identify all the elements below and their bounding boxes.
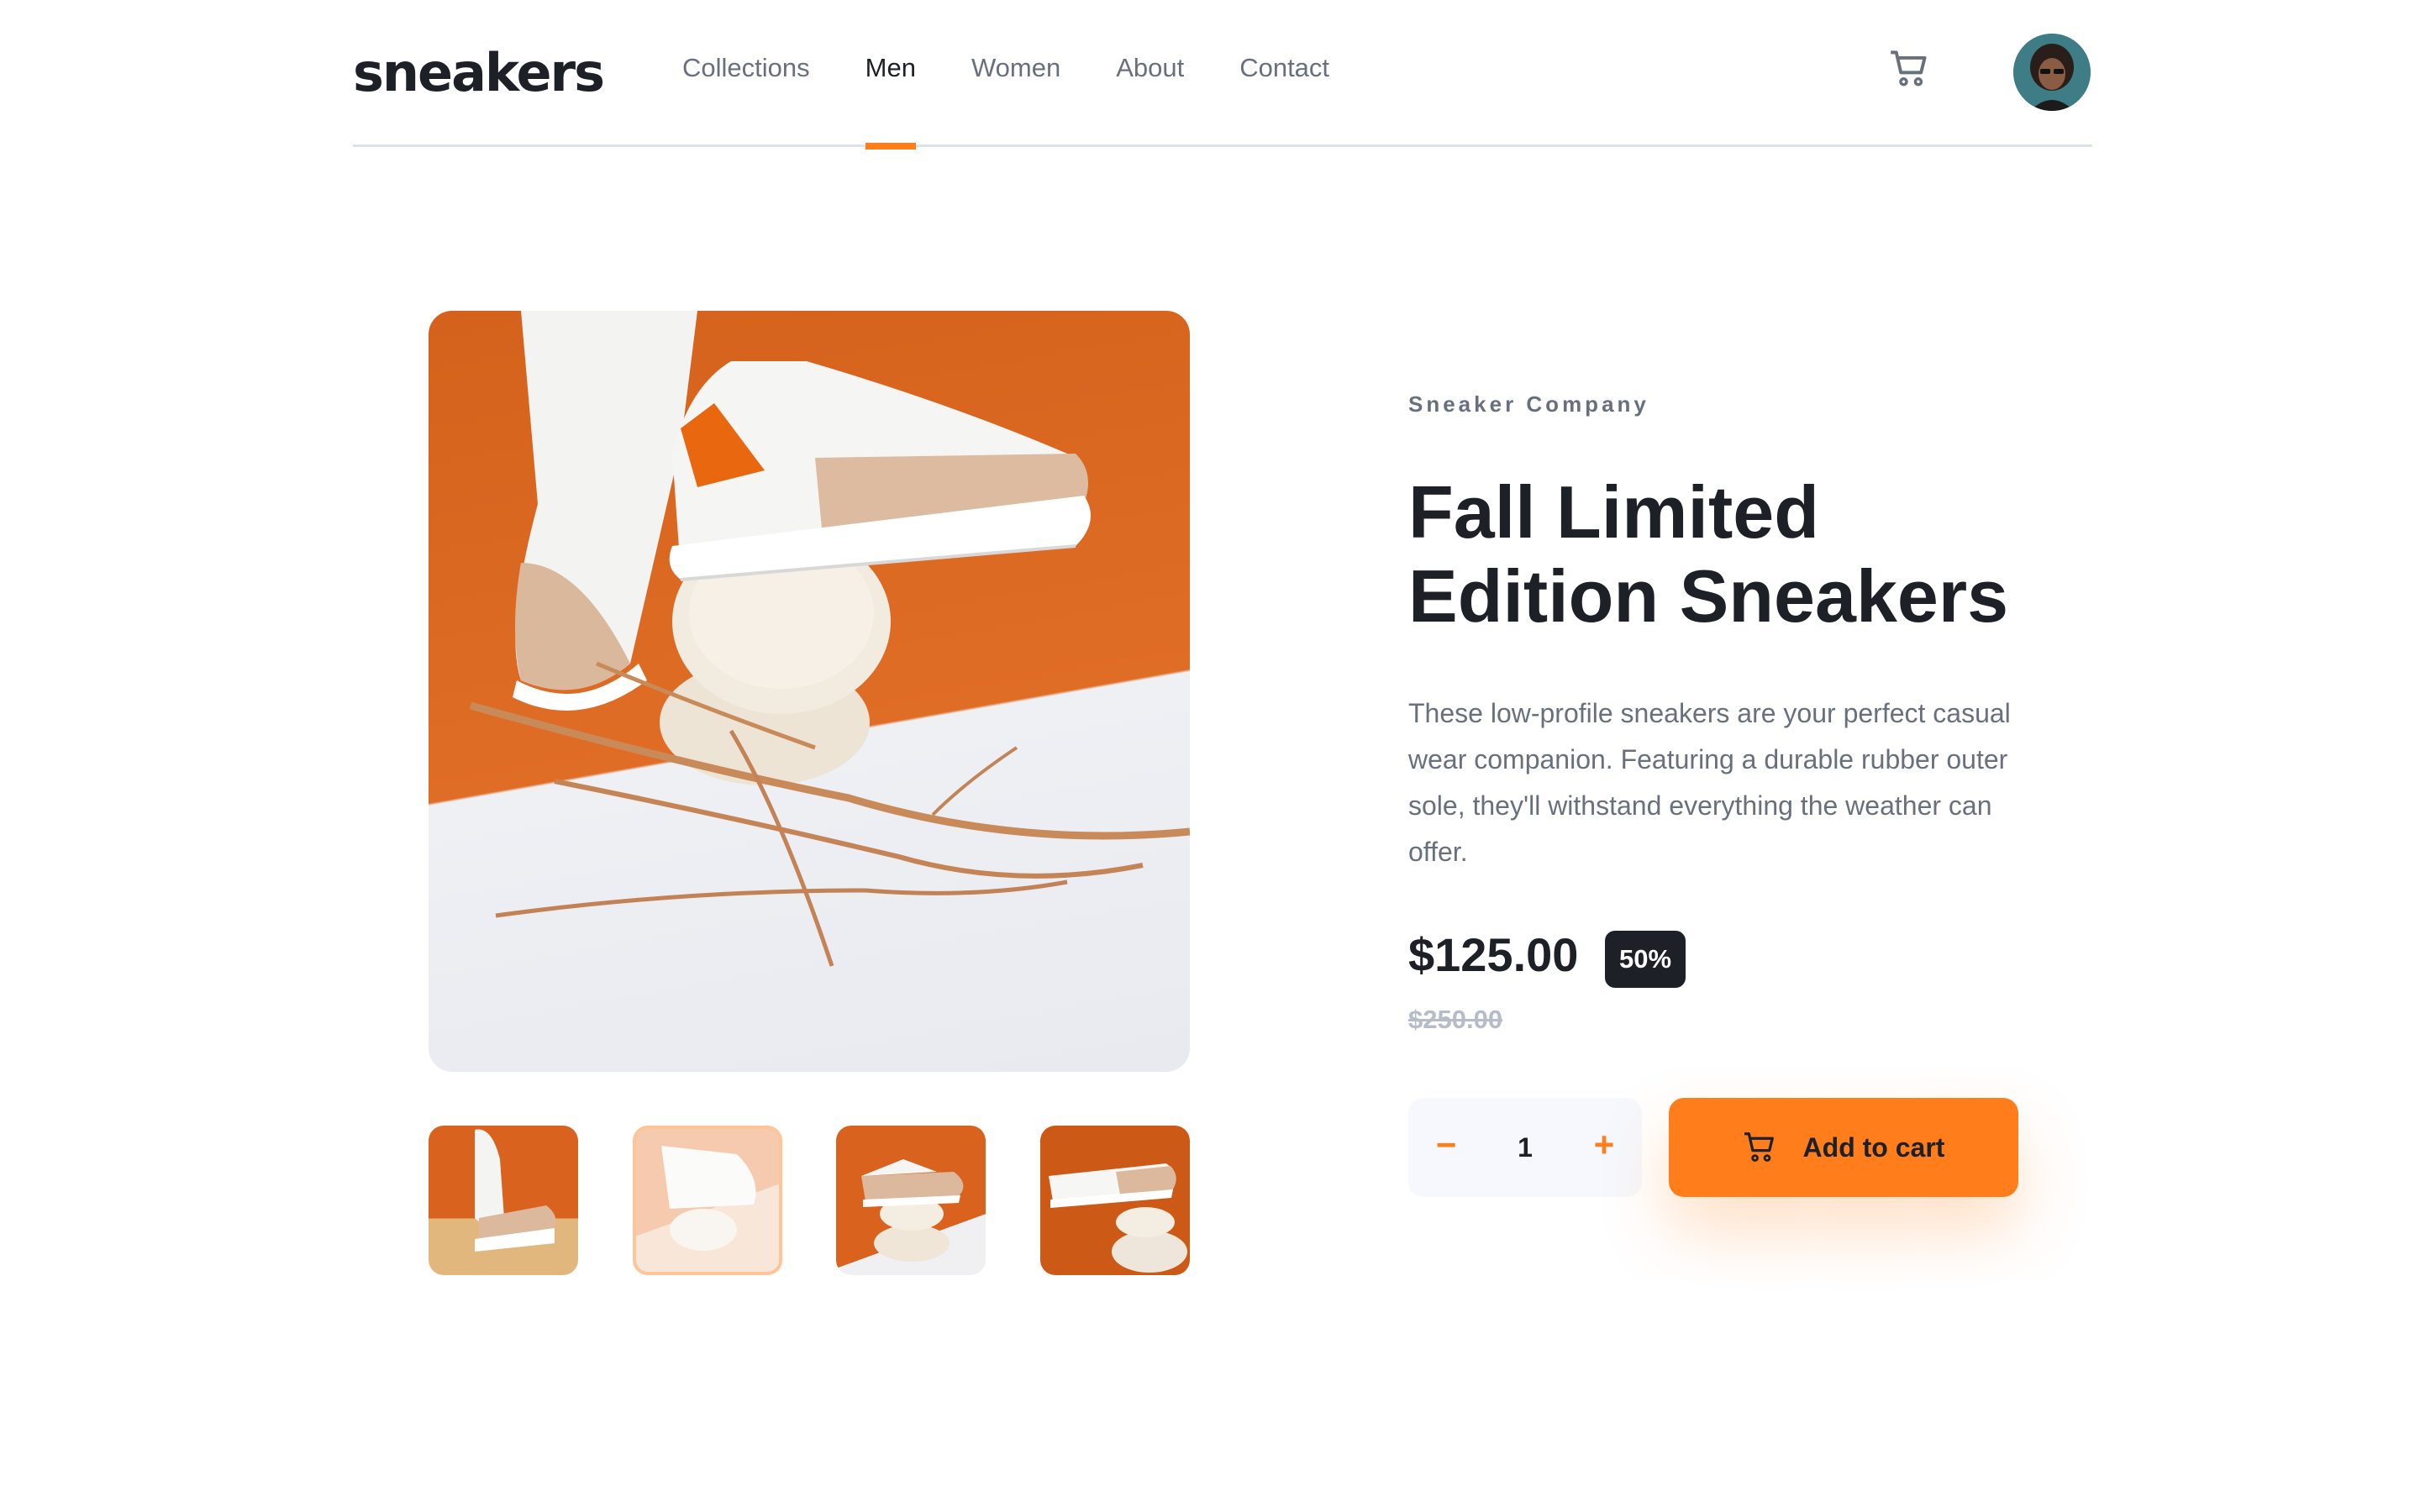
cart-icon[interactable] (1889, 50, 1929, 87)
sneaker-illustration (469, 311, 1190, 967)
quantity-stepper: − 1 + (1408, 1098, 1642, 1197)
company-name: Sneaker Company (1408, 391, 1649, 417)
current-price: $125.00 (1408, 928, 1579, 981)
nav-women[interactable]: Women (971, 0, 1060, 147)
decrease-quantity-button[interactable]: − (1408, 1098, 1484, 1197)
quantity-value: 1 (1518, 1132, 1533, 1163)
nav-contact[interactable]: Contact (1239, 0, 1329, 147)
thumbnail-2[interactable] (632, 1126, 782, 1275)
main-nav: Collections Men Women About Contact (682, 0, 1385, 150)
cart-icon (1744, 1132, 1774, 1162)
thumbnail-strip (429, 1126, 1190, 1277)
site-header: sneakers Collections Men Women About Con… (353, 0, 2092, 150)
product-description: These low-profile sneakers are your perf… (1408, 698, 2011, 867)
nav-about[interactable]: About (1116, 0, 1184, 147)
avatar[interactable] (2013, 34, 2091, 111)
discount-badge: 50% (1605, 931, 1686, 988)
logo[interactable]: sneakers (353, 42, 605, 103)
add-to-cart-button[interactable]: Add to cart (1669, 1098, 2018, 1197)
product-main-image[interactable] (429, 311, 1190, 1072)
thumbnail-3[interactable] (836, 1126, 986, 1275)
thumbnail-1[interactable] (429, 1126, 578, 1275)
nav-men[interactable]: Men (865, 0, 917, 150)
nav-collections[interactable]: Collections (682, 0, 810, 147)
thumbnail-4[interactable] (1039, 1126, 1190, 1275)
product-title: Fall Limited Edition Sneakers (1408, 470, 2009, 638)
increase-quantity-button[interactable]: + (1566, 1098, 1642, 1197)
original-price: $250.00 (1408, 1005, 1503, 1034)
add-to-cart-label: Add to cart (1802, 1131, 1945, 1163)
